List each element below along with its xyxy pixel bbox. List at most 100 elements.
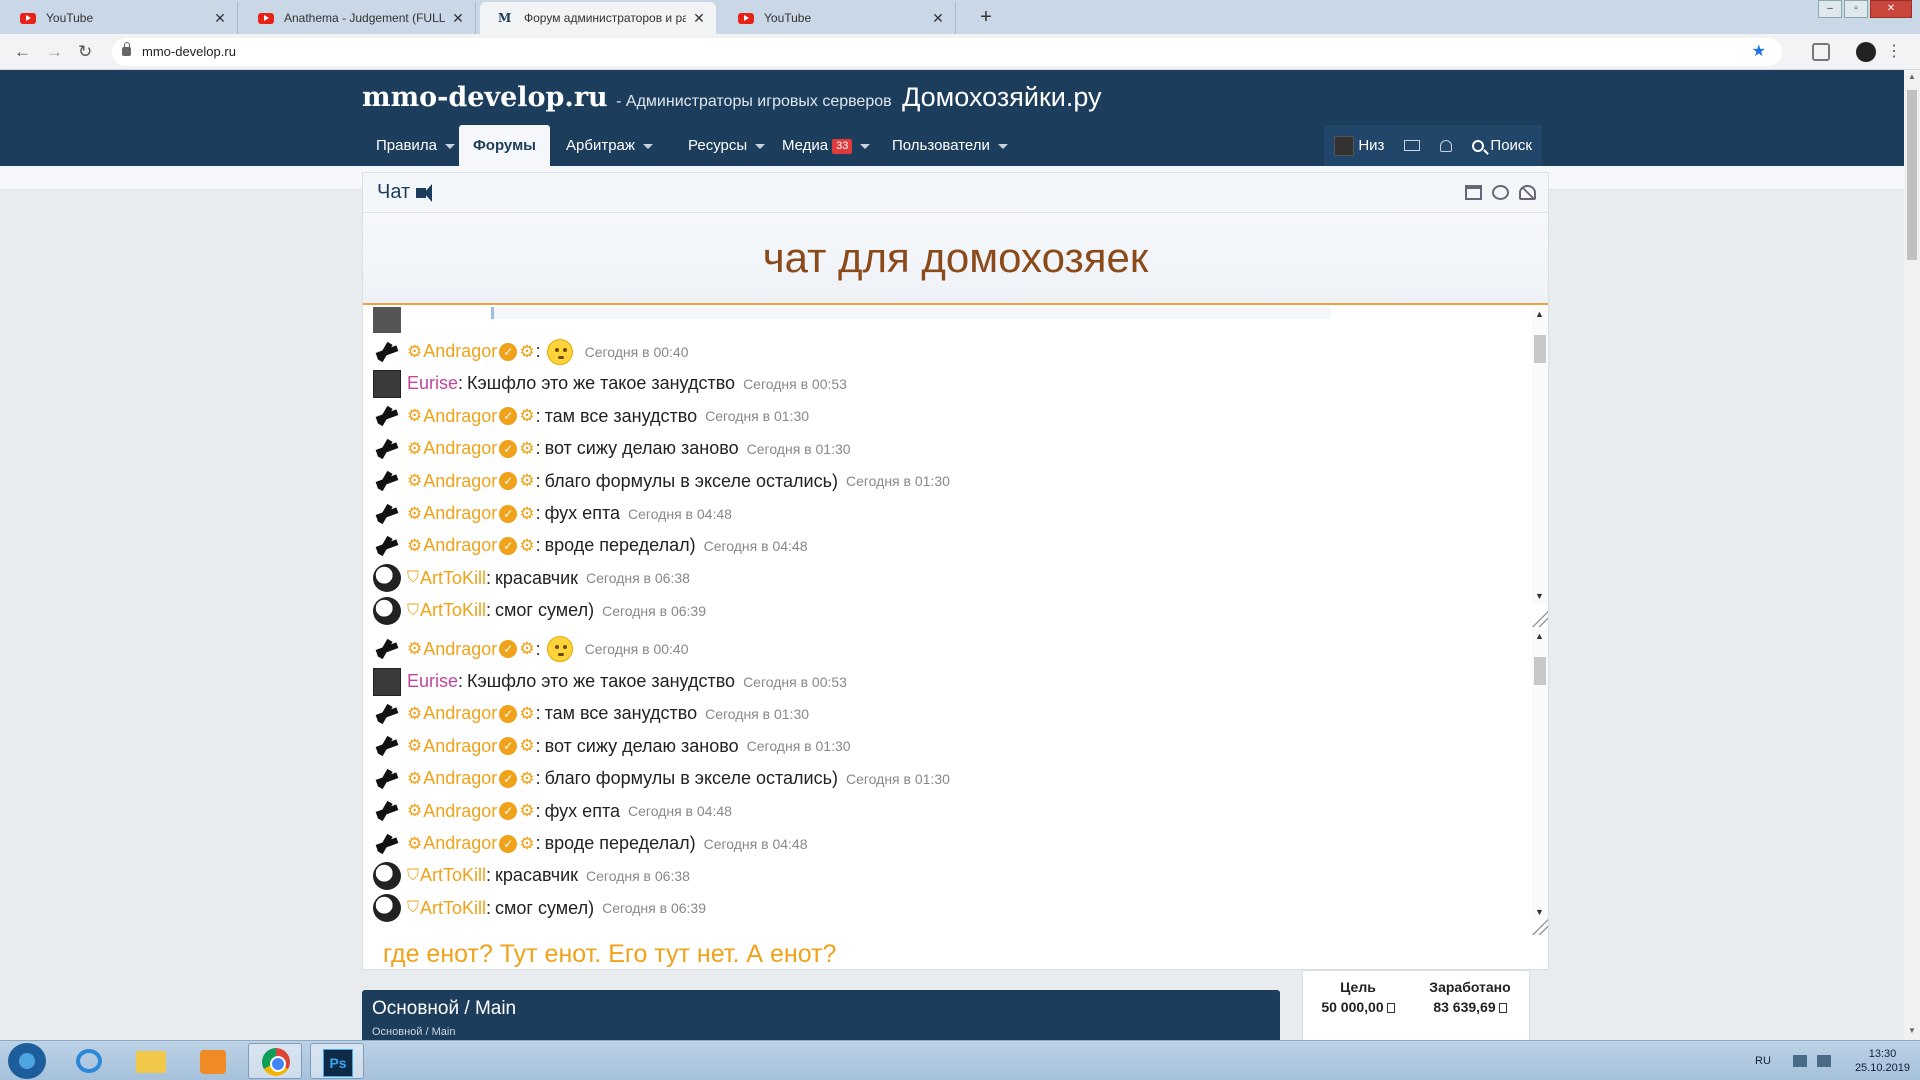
- chat-timestamp[interactable]: Сегодня в 00:53: [743, 376, 847, 392]
- alerts-button[interactable]: [1430, 125, 1462, 166]
- avatar[interactable]: [373, 667, 401, 696]
- avatar[interactable]: [373, 337, 401, 366]
- chat-username[interactable]: ArtToKill: [420, 898, 486, 919]
- nav-media[interactable]: Медиа 33: [768, 125, 884, 166]
- avatar[interactable]: [373, 369, 401, 398]
- site-logo[interactable]: mmo-develop.ru - Администраторы игровых …: [362, 82, 1102, 113]
- close-tab-icon[interactable]: ✕: [451, 10, 465, 27]
- chat-timestamp[interactable]: Сегодня в 01:30: [846, 473, 950, 489]
- new-tab-button[interactable]: +: [972, 6, 1000, 28]
- history-icon[interactable]: [1492, 185, 1509, 200]
- chat-username[interactable]: Andragor: [423, 768, 497, 789]
- chat-username[interactable]: Andragor: [423, 471, 497, 492]
- avatar[interactable]: [373, 797, 401, 826]
- browser-tab[interactable]: YouTube ✕: [2, 2, 238, 34]
- chat-timestamp[interactable]: Сегодня в 06:38: [586, 868, 690, 884]
- account-link[interactable]: Низ: [1324, 125, 1394, 166]
- close-tab-icon[interactable]: ✕: [931, 10, 945, 27]
- avatar[interactable]: [373, 635, 401, 664]
- chat-messages[interactable]: ⚙ Andragor ✓ ⚙: Сегодня в 00:40 Eurise: Кэшфло…: [363, 307, 1548, 629]
- search-button[interactable]: Поиск: [1462, 125, 1542, 166]
- avatar[interactable]: [373, 564, 401, 593]
- nav-forums[interactable]: Форумы: [459, 125, 550, 166]
- chat-username[interactable]: ArtToKill: [420, 865, 486, 886]
- forward-icon[interactable]: →: [46, 42, 63, 62]
- profile-avatar-icon[interactable]: [1856, 42, 1876, 62]
- chat-messages[interactable]: ⚙ Andragor ✓ ⚙: Сегодня в 00:40 Eurise: Кэшфло…: [363, 629, 1548, 935]
- forum-title[interactable]: Основной / Main: [372, 998, 516, 1020]
- chat-username[interactable]: Andragor: [423, 639, 497, 660]
- taskbar-ie[interactable]: [62, 1043, 116, 1079]
- chat-username[interactable]: Andragor: [423, 341, 497, 362]
- nav-users[interactable]: Пользователи: [878, 125, 1022, 166]
- chat-timestamp[interactable]: Сегодня в 06:38: [586, 570, 690, 586]
- extension-icon[interactable]: [1812, 43, 1830, 61]
- popout-window-icon[interactable]: [1465, 185, 1482, 200]
- chat-timestamp[interactable]: Сегодня в 01:30: [747, 441, 851, 457]
- close-tab-icon[interactable]: ✕: [213, 10, 227, 27]
- chat-timestamp[interactable]: Сегодня в 04:48: [704, 538, 808, 554]
- resize-handle[interactable]: [1532, 919, 1548, 935]
- nav-arbitrage[interactable]: Арбитраж: [552, 125, 667, 166]
- chat-username[interactable]: Andragor: [423, 535, 497, 556]
- inbox-button[interactable]: [1394, 125, 1430, 166]
- browser-tab[interactable]: YouTube ✕: [720, 2, 956, 34]
- taskbar-explorer[interactable]: [124, 1043, 178, 1079]
- chat-timestamp[interactable]: Сегодня в 00:40: [585, 344, 689, 360]
- speaker-icon[interactable]: [416, 184, 433, 202]
- avatar[interactable]: [373, 499, 401, 528]
- chat-timestamp[interactable]: Сегодня в 01:30: [747, 738, 851, 754]
- chat-username[interactable]: Andragor: [423, 736, 497, 757]
- avatar[interactable]: [373, 764, 401, 793]
- avatar[interactable]: [373, 861, 401, 890]
- chat-username[interactable]: Andragor: [423, 833, 497, 854]
- chat-username[interactable]: Andragor: [423, 438, 497, 459]
- avatar[interactable]: [373, 307, 401, 334]
- chat-username[interactable]: Andragor: [423, 406, 497, 427]
- taskbar-media-player[interactable]: [186, 1043, 240, 1079]
- clock[interactable]: 13:30 25.10.2019: [1855, 1047, 1910, 1075]
- avatar[interactable]: [373, 829, 401, 858]
- chat-timestamp[interactable]: Сегодня в 06:39: [602, 603, 706, 619]
- network-icon[interactable]: [1792, 1055, 1807, 1067]
- close-tab-icon[interactable]: ✕: [692, 10, 706, 27]
- resize-handle[interactable]: [1532, 611, 1548, 627]
- avatar[interactable]: [373, 434, 401, 463]
- language-indicator[interactable]: RU: [1755, 1055, 1771, 1067]
- ignore-user-icon[interactable]: [1519, 185, 1536, 200]
- start-button[interactable]: [8, 1043, 46, 1079]
- avatar[interactable]: [373, 596, 401, 625]
- minimize-button[interactable]: –: [1818, 0, 1842, 18]
- taskbar-photoshop[interactable]: Ps: [310, 1043, 364, 1079]
- chat-username[interactable]: Andragor: [423, 503, 497, 524]
- browser-tab[interactable]: Anathema - Judgement (FULL AL ✕: [240, 2, 476, 34]
- volume-icon[interactable]: [1816, 1055, 1831, 1067]
- chat-username[interactable]: ArtToKill: [420, 600, 486, 621]
- chat-username[interactable]: Andragor: [423, 801, 497, 822]
- browser-menu-icon[interactable]: ⋮: [1886, 41, 1902, 61]
- avatar[interactable]: [373, 531, 401, 560]
- browser-tab-active[interactable]: M Форум администраторов и раз ✕: [480, 2, 716, 34]
- reload-icon[interactable]: ↻: [78, 42, 92, 62]
- window-close-button[interactable]: ✕: [1870, 0, 1912, 18]
- chat-username[interactable]: ArtToKill: [420, 568, 486, 589]
- chat-username[interactable]: Andragor: [423, 703, 497, 724]
- taskbar-chrome[interactable]: [248, 1043, 302, 1079]
- avatar[interactable]: [373, 699, 401, 728]
- chat-username[interactable]: Eurise: [407, 671, 458, 692]
- page-scrollbar[interactable]: ▲ ▼: [1904, 70, 1920, 1040]
- bookmark-star-icon[interactable]: ★: [1752, 38, 1766, 66]
- back-icon[interactable]: ←: [14, 42, 31, 62]
- chat-scrollbar[interactable]: ▲ ▼: [1532, 307, 1548, 603]
- nav-rules[interactable]: Правила: [362, 125, 469, 166]
- avatar[interactable]: [373, 894, 401, 923]
- breadcrumb[interactable]: Основной / Main: [372, 1026, 455, 1038]
- chat-timestamp[interactable]: Сегодня в 04:48: [704, 836, 808, 852]
- chat-timestamp[interactable]: Сегодня в 01:30: [846, 771, 950, 787]
- maximize-button[interactable]: ▫: [1844, 0, 1868, 18]
- chat-scrollbar[interactable]: ▲ ▼: [1532, 629, 1548, 919]
- chat-timestamp[interactable]: Сегодня в 06:39: [602, 900, 706, 916]
- chat-timestamp[interactable]: Сегодня в 04:48: [628, 803, 732, 819]
- chat-timestamp[interactable]: Сегодня в 00:40: [585, 641, 689, 657]
- chat-timestamp[interactable]: Сегодня в 04:48: [628, 506, 732, 522]
